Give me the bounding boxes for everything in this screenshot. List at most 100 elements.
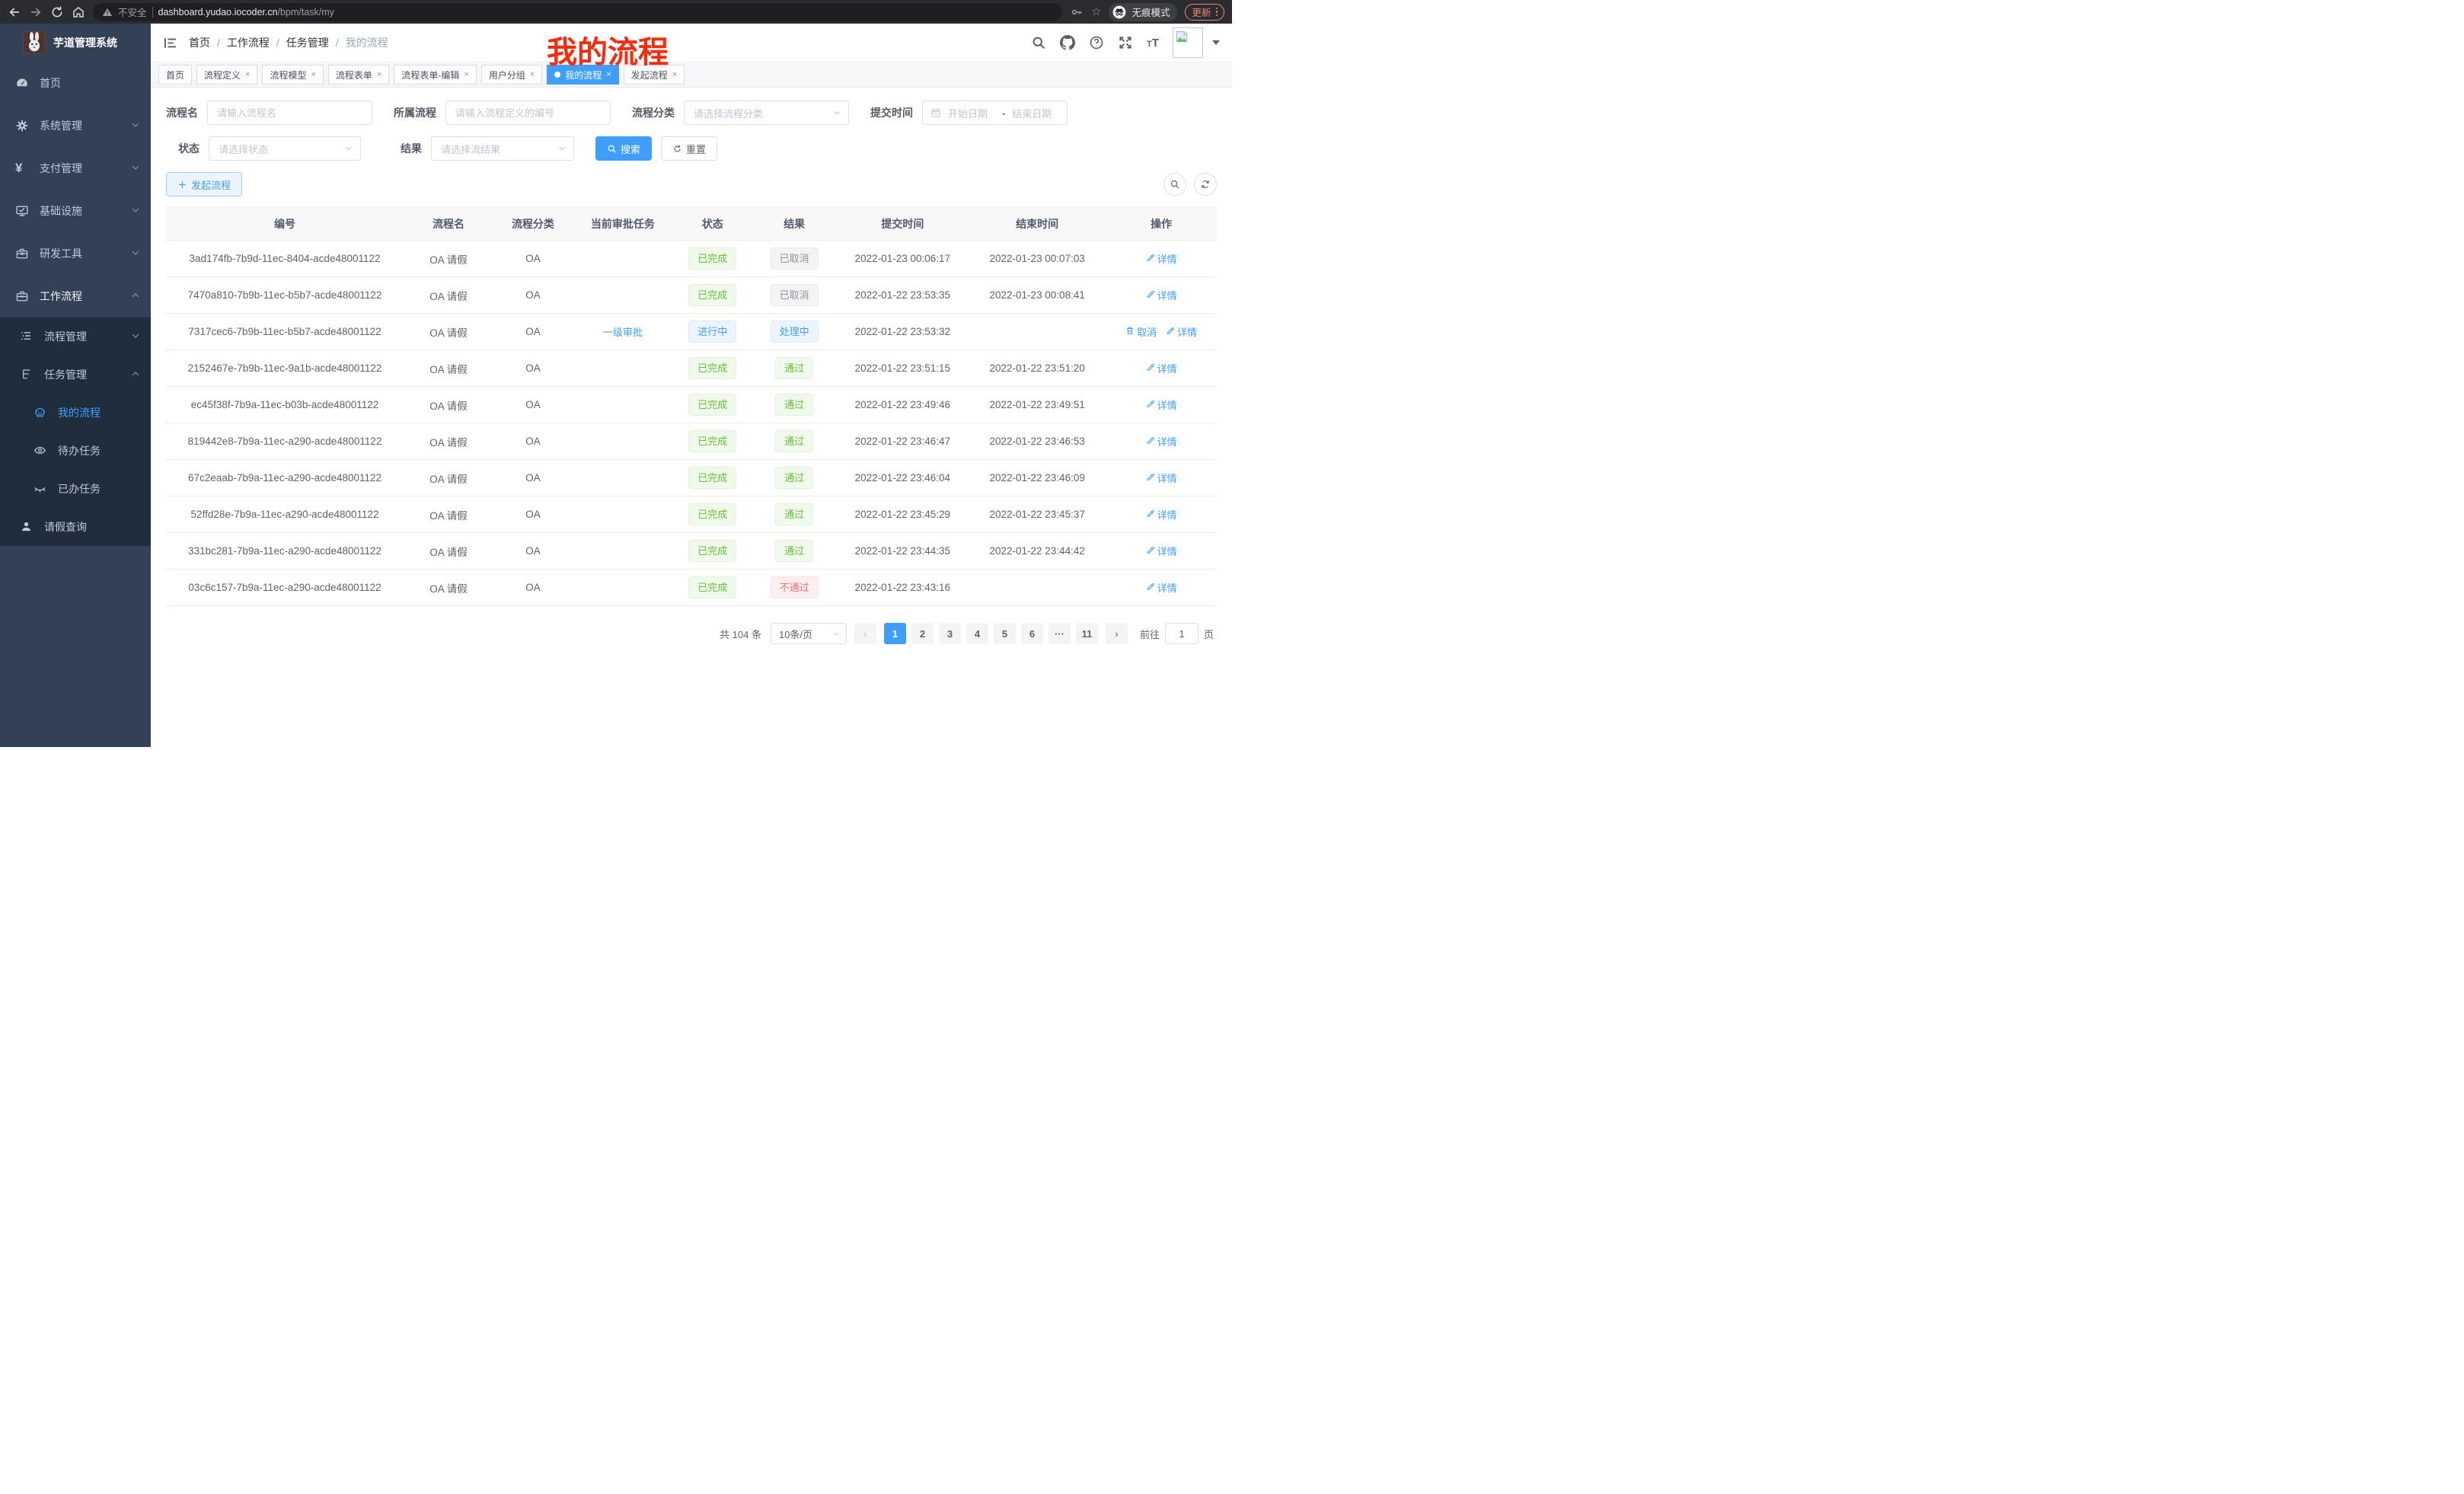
row-id: 2152467e-7b9b-11ec-9a1b-acde48001122 [166, 350, 404, 387]
breadcrumb: 首页/工作流程/任务管理/我的流程 [189, 35, 388, 50]
sidebar-item-sub-0[interactable]: 流程管理 [0, 318, 151, 356]
row-id: 03c6c157-7b9a-11ec-a290-acde48001122 [166, 570, 404, 606]
status-select[interactable]: 请选择状态 [209, 136, 361, 161]
page-button-11[interactable]: 11 [1076, 623, 1098, 644]
tab-2[interactable]: 流程模型 × [262, 65, 323, 85]
tab-close-icon[interactable]: × [672, 70, 677, 79]
page-button-4[interactable]: 4 [966, 623, 988, 644]
row-process-name: OA 请假 [404, 387, 493, 423]
reset-button[interactable]: 重置 [661, 136, 717, 161]
detail-action-link[interactable]: 详情 [1146, 580, 1177, 595]
show-search-circle-button[interactable] [1163, 173, 1186, 196]
sidebar-item-0[interactable]: 首页 [0, 62, 151, 104]
page-button-5[interactable]: 5 [994, 623, 1016, 644]
sidebar-item-1[interactable]: 系统管理 [0, 104, 151, 147]
page-size-select[interactable]: 10条/页 [771, 623, 847, 644]
breadcrumb-item[interactable]: 首页 [189, 35, 210, 50]
page-button-6[interactable]: 6 [1021, 623, 1043, 644]
sidebar-item-5[interactable]: 工作流程 [0, 275, 151, 318]
github-icon[interactable] [1060, 35, 1075, 50]
submit-time-range-picker[interactable]: 开始日期 - 结束日期 [922, 101, 1068, 125]
tab-label: 流程模型 [270, 69, 306, 81]
row-process-name: OA 请假 [404, 570, 493, 606]
tab-7[interactable]: 发起流程× [624, 65, 685, 85]
sidebar-toggle[interactable] [151, 24, 189, 62]
address-bar[interactable]: 不安全 dashboard.yudao.iocoder.cn/bpm/task/… [93, 3, 1062, 21]
detail-action-link[interactable]: 详情 [1146, 471, 1177, 485]
tab-5[interactable]: 用户分组× [481, 65, 542, 85]
row-result-badge: 处理中 [752, 314, 837, 350]
sidebar-item-2[interactable]: ¥支付管理 [0, 147, 151, 190]
detail-action-link[interactable]: 详情 [1146, 434, 1177, 449]
reload-icon[interactable] [50, 5, 64, 19]
row-category: OA [493, 533, 573, 570]
current-task-link[interactable]: 一级审批 [603, 324, 643, 339]
process-name-input[interactable] [207, 101, 372, 125]
prev-page-button[interactable]: ‹ [854, 623, 876, 644]
detail-action-link[interactable]: 详情 [1146, 361, 1177, 375]
action-label: 详情 [1157, 397, 1177, 412]
password-key-icon[interactable] [1070, 5, 1084, 19]
breadcrumb-item[interactable]: 工作流程 [227, 35, 270, 50]
detail-action-link[interactable]: 详情 [1146, 544, 1177, 558]
sidebar-item-3[interactable]: 基础设施 [0, 190, 151, 232]
forward-icon[interactable] [29, 5, 43, 19]
app-logo-row[interactable]: 芋道管理系统 [0, 24, 151, 62]
page-button-1[interactable]: 1 [884, 623, 906, 644]
create-process-button[interactable]: 发起流程 [166, 172, 242, 196]
detail-action-link[interactable]: 详情 [1146, 251, 1177, 266]
page-button-3[interactable]: 3 [939, 623, 961, 644]
back-icon[interactable] [8, 5, 21, 19]
result-select[interactable]: 请选择流结果 [431, 136, 574, 161]
process-category-select[interactable]: 请选择流程分类 [684, 101, 849, 125]
tab-1[interactable]: 流程定义× [196, 65, 257, 85]
page-button-2[interactable]: 2 [911, 623, 934, 644]
process-definition-input[interactable] [445, 101, 611, 125]
tab-3[interactable]: 流程表单× [328, 65, 389, 85]
help-icon[interactable] [1089, 35, 1104, 50]
tab-0[interactable]: 首页 [158, 65, 192, 85]
detail-action-link[interactable]: 详情 [1146, 397, 1177, 412]
detail-action-link[interactable]: 详情 [1146, 507, 1177, 522]
tab-close-icon[interactable]: × [606, 70, 611, 79]
font-size-icon[interactable]: TT [1147, 37, 1159, 49]
avatar[interactable] [1173, 27, 1203, 58]
tab-close-icon[interactable]: × [464, 70, 468, 79]
row-action-links: 详情 [1146, 434, 1177, 449]
breadcrumb-item[interactable]: 任务管理 [286, 35, 329, 50]
table-header-row: 编号流程名流程分类当前审批任务状态结果提交时间结束时间操作 [166, 207, 1217, 241]
tab-close-icon[interactable]: × [530, 70, 535, 79]
search-button[interactable]: 搜索 [595, 136, 652, 161]
bookmark-star-icon[interactable]: ☆ [1091, 6, 1101, 18]
table-row: 52ffd28e-7b9a-11ec-a290-acde48001122OA 请… [166, 496, 1217, 533]
tab-close-icon[interactable]: × [311, 70, 315, 79]
tab-4[interactable]: 流程表单-编辑× [394, 65, 476, 85]
user-icon [20, 520, 34, 534]
goto-page-input[interactable] [1165, 623, 1198, 644]
sidebar-item-sub-4[interactable]: 已办任务 [0, 470, 151, 508]
briefcase-icon [15, 289, 29, 303]
sidebar-item-sub-3[interactable]: 待办任务 [0, 432, 151, 470]
header-search-icon[interactable] [1031, 35, 1046, 50]
next-page-button[interactable]: › [1106, 623, 1128, 644]
cancel-action-link[interactable]: 取消 [1125, 324, 1157, 339]
action-label: 取消 [1137, 324, 1157, 339]
edit-icon [1146, 289, 1155, 301]
sidebar-item-sub-1[interactable]: 任务管理 [0, 356, 151, 394]
chrome-menu-dots-icon[interactable] [1216, 8, 1218, 17]
tab-close-icon[interactable]: × [377, 70, 381, 79]
chrome-update-button[interactable]: 更新 [1185, 4, 1224, 21]
sidebar-item-sub-2[interactable]: 我的流程 [0, 394, 151, 432]
refresh-circle-button[interactable] [1194, 173, 1217, 196]
more-pages-button[interactable]: ··· [1048, 623, 1071, 644]
avatar-caret-icon[interactable] [1212, 40, 1220, 45]
process-table: 编号流程名流程分类当前审批任务状态结果提交时间结束时间操作 3ad174fb-7… [166, 206, 1217, 606]
sidebar-item-sub-5[interactable]: 请假查询 [0, 508, 151, 546]
home-icon[interactable] [72, 5, 85, 19]
detail-action-link[interactable]: 详情 [1166, 324, 1197, 339]
tab-6[interactable]: 我的流程× [547, 65, 618, 85]
detail-action-link[interactable]: 详情 [1146, 288, 1177, 302]
sidebar-item-4[interactable]: 研发工具 [0, 232, 151, 275]
tab-close-icon[interactable]: × [245, 70, 250, 79]
fullscreen-icon[interactable] [1118, 35, 1133, 50]
